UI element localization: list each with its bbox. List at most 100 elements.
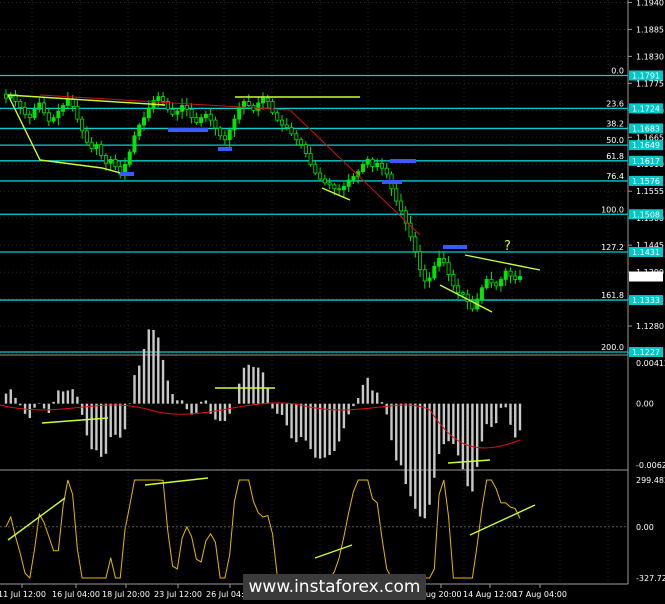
- fib-price-label: 1.1576: [632, 177, 660, 186]
- macd-trendline: [41, 417, 109, 424]
- candle-body: [113, 158, 118, 168]
- candle-body: [170, 108, 175, 115]
- candle-body: [275, 112, 280, 121]
- fib-ratio-label: 23.6: [606, 99, 624, 108]
- candle-body: [256, 102, 261, 111]
- price-tick-label: 1.1555: [636, 187, 664, 196]
- candle-body: [489, 279, 494, 284]
- time-tick-label: 17 Aug 04:00: [513, 590, 567, 599]
- forex-chart: 0.0 23.6 38.2 50.0 61.8 76.4 100.0 127.2 161.8 20…: [0, 0, 665, 599]
- candle-body: [351, 176, 356, 181]
- candle-body: [265, 97, 270, 102]
- candle-body: [75, 105, 80, 120]
- fib-price-label: 1.1683: [632, 124, 660, 133]
- candle-body: [161, 96, 166, 102]
- candle-body: [375, 162, 380, 168]
- candle-body: [127, 151, 132, 165]
- candle-body: [94, 144, 99, 149]
- candle-body: [456, 285, 461, 294]
- candle-body: [418, 251, 423, 271]
- candle-body: [89, 141, 94, 149]
- candle-body: [237, 107, 242, 120]
- cci-tick-label: 0.00: [636, 523, 654, 532]
- trendline: [464, 254, 541, 271]
- highlight-zone: [218, 147, 232, 151]
- candle-body: [327, 182, 332, 186]
- price-tick-label: 1.1830: [636, 52, 664, 61]
- candle-body: [142, 117, 147, 126]
- candle-body: [322, 178, 327, 184]
- candle-body: [108, 158, 113, 164]
- fib-price-label: 1.1333: [632, 296, 660, 305]
- candle-body: [84, 130, 89, 143]
- cci-panel: [0, 477, 628, 580]
- candle-body: [203, 113, 208, 119]
- macd-signal-line: [0, 402, 521, 449]
- candle-body: [284, 124, 289, 128]
- fib-ratio-labels: 0.0 23.6 38.2 50.0 61.8 76.4 100.0 127.2 161.8 20…: [601, 67, 624, 353]
- macd-trendline: [447, 459, 491, 464]
- highlight-zone: [443, 245, 467, 249]
- candle-body: [4, 93, 9, 99]
- candle-body: [280, 119, 285, 126]
- candle-body: [441, 257, 446, 263]
- fib-ratio-label: 161.8: [601, 291, 624, 300]
- candle-body: [218, 127, 223, 137]
- candle-body: [484, 279, 489, 289]
- candle-body: [346, 179, 351, 187]
- candle-body: [146, 107, 151, 119]
- candle-body: [513, 275, 518, 280]
- candle-body: [175, 110, 180, 115]
- time-tick-label: 11 Jul 12:00: [0, 590, 46, 599]
- candle-body: [260, 97, 265, 104]
- candle-body: [341, 185, 346, 191]
- candle-body: [27, 113, 32, 119]
- time-tick-label: 18 Jul 20:00: [102, 590, 150, 599]
- candle-body: [199, 117, 204, 123]
- time-tick-label: 14 Aug 12:00: [463, 590, 517, 599]
- time-tick-label: 23 Jul 12:00: [154, 590, 202, 599]
- fib-ratio-label: 76.4: [606, 172, 624, 181]
- fib-price-label: 1.1724: [632, 104, 660, 113]
- highlight-zone: [382, 180, 402, 184]
- fib-price-label: 1.1791: [632, 72, 660, 81]
- candle-body: [518, 276, 523, 280]
- price-tick-label: 1.1280: [636, 322, 664, 331]
- candle-body: [61, 105, 66, 112]
- candle-body: [18, 101, 23, 108]
- fib-ratio-label: 100.0: [601, 205, 624, 214]
- cci-tick-label: -327.725: [636, 574, 665, 583]
- candle-body: [460, 292, 465, 295]
- price-tick-label: 1.1775: [636, 79, 664, 88]
- candle-body: [303, 144, 308, 154]
- candle-body: [289, 127, 294, 135]
- candle-body: [42, 102, 47, 114]
- macd-tick-label: 0.00: [636, 400, 654, 409]
- candle-body: [208, 113, 213, 121]
- macd-tick-label: -0.00621: [636, 461, 665, 470]
- candle-body: [318, 172, 323, 180]
- fib-price-label: 1.1431: [632, 248, 660, 257]
- candle-body: [394, 188, 399, 202]
- fib-price-label: 1.1617: [632, 157, 660, 166]
- cci-line: [5, 479, 521, 580]
- candle-body: [427, 277, 432, 282]
- cci-trendline: [314, 544, 353, 559]
- candle-body: [437, 257, 442, 267]
- grid: [0, 0, 628, 584]
- candle-body: [399, 200, 404, 212]
- time-tick-label: Aug 20:00: [420, 590, 461, 599]
- candle-body: [332, 184, 337, 190]
- fib-ratio-label: 38.2: [606, 119, 624, 128]
- candle-body: [180, 105, 185, 112]
- candle-body: [80, 118, 85, 132]
- watermark: www.instaforex.com: [243, 574, 426, 600]
- highlight-zone: [390, 159, 416, 163]
- candle-body: [446, 261, 451, 275]
- candle-body: [299, 139, 304, 146]
- cci-axis: 299.482 0.00 -327.725: [636, 476, 665, 583]
- candle-body: [413, 236, 418, 252]
- candle-body: [65, 99, 70, 106]
- candle-body: [246, 101, 251, 106]
- candle-body: [137, 124, 142, 137]
